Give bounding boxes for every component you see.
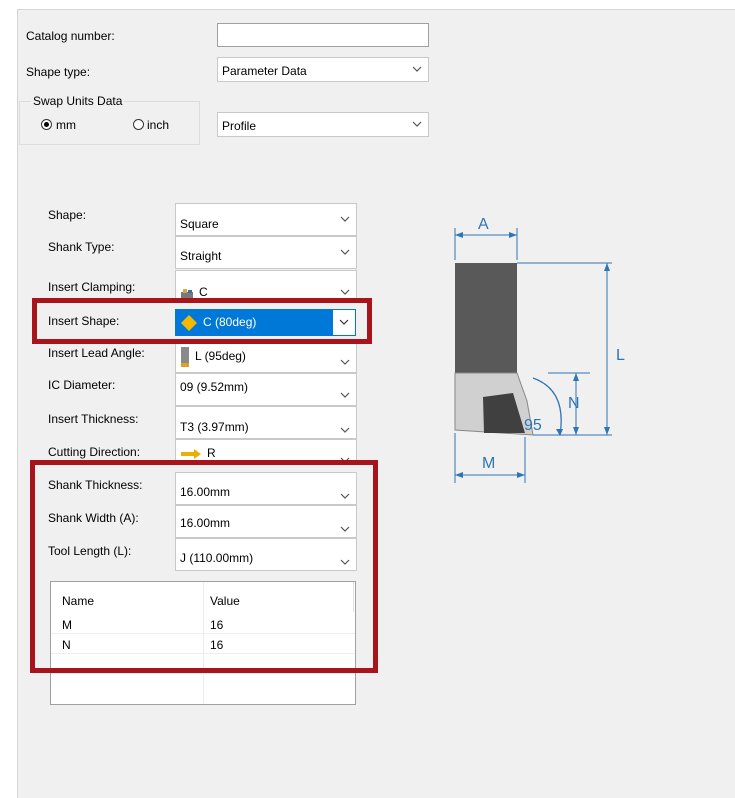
radio-mm[interactable] (41, 119, 52, 130)
chevron-down-icon (340, 359, 350, 365)
tool-shank (454, 263, 534, 436)
catalog-number-label: Catalog number: (26, 29, 115, 43)
cutting-direction-label: Cutting Direction: (48, 445, 141, 459)
insert-clamping-dropdown[interactable]: C (175, 270, 357, 300)
chevron-down-icon (340, 249, 350, 255)
shank-type-dropdown[interactable]: Straight (175, 236, 357, 269)
label-angle: 95 (524, 417, 542, 434)
shape-type-dropdown[interactable]: Parameter Data (217, 57, 429, 82)
insert-lead-angle-dropdown[interactable]: L (95deg) (175, 340, 357, 373)
chevron-down-icon (340, 289, 350, 295)
swap-units-title: Swap Units Data (31, 94, 125, 108)
highlight-box-insert-shape (32, 298, 372, 344)
insert-clamping-label: Insert Clamping: (48, 280, 136, 294)
tool-diagram: A L N 95 M (454, 216, 625, 483)
insert-thickness-dropdown[interactable]: T3 (3.97mm) (175, 406, 357, 439)
radio-inch-label: inch (147, 118, 170, 132)
shape-type-label: Shape type: (26, 65, 91, 79)
chevron-down-icon (412, 66, 422, 72)
chevron-down-icon (340, 427, 350, 433)
label-a: A (478, 216, 489, 233)
lead-angle-tool-icon (181, 347, 189, 367)
insert-lead-angle-label: Insert Lead Angle: (48, 346, 145, 360)
chevron-down-icon (412, 121, 422, 127)
arrow-right-icon (181, 448, 201, 459)
chevron-down-icon (340, 392, 350, 398)
insert-thickness-label: Insert Thickness: (48, 412, 139, 426)
label-l: L (616, 347, 625, 364)
ic-diameter-label: IC Diameter: (48, 378, 116, 392)
shank-type-label: Shank Type: (48, 240, 115, 254)
label-m: M (482, 455, 495, 472)
radio-mm-label: mm (56, 118, 76, 132)
ic-diameter-dropdown[interactable]: 09 (9.52mm) (175, 373, 357, 406)
radio-inch[interactable] (133, 119, 144, 130)
catalog-number-input[interactable] (217, 23, 429, 47)
row-divider (51, 673, 355, 674)
profile-dropdown[interactable]: Profile (217, 112, 429, 137)
label-n: N (568, 395, 580, 412)
highlight-box-shank-dimensions (30, 460, 378, 673)
chevron-down-icon (340, 216, 350, 222)
dimension-l (517, 262, 612, 436)
shape-label: Shape: (48, 208, 87, 222)
shape-dropdown[interactable]: Square (175, 203, 357, 236)
